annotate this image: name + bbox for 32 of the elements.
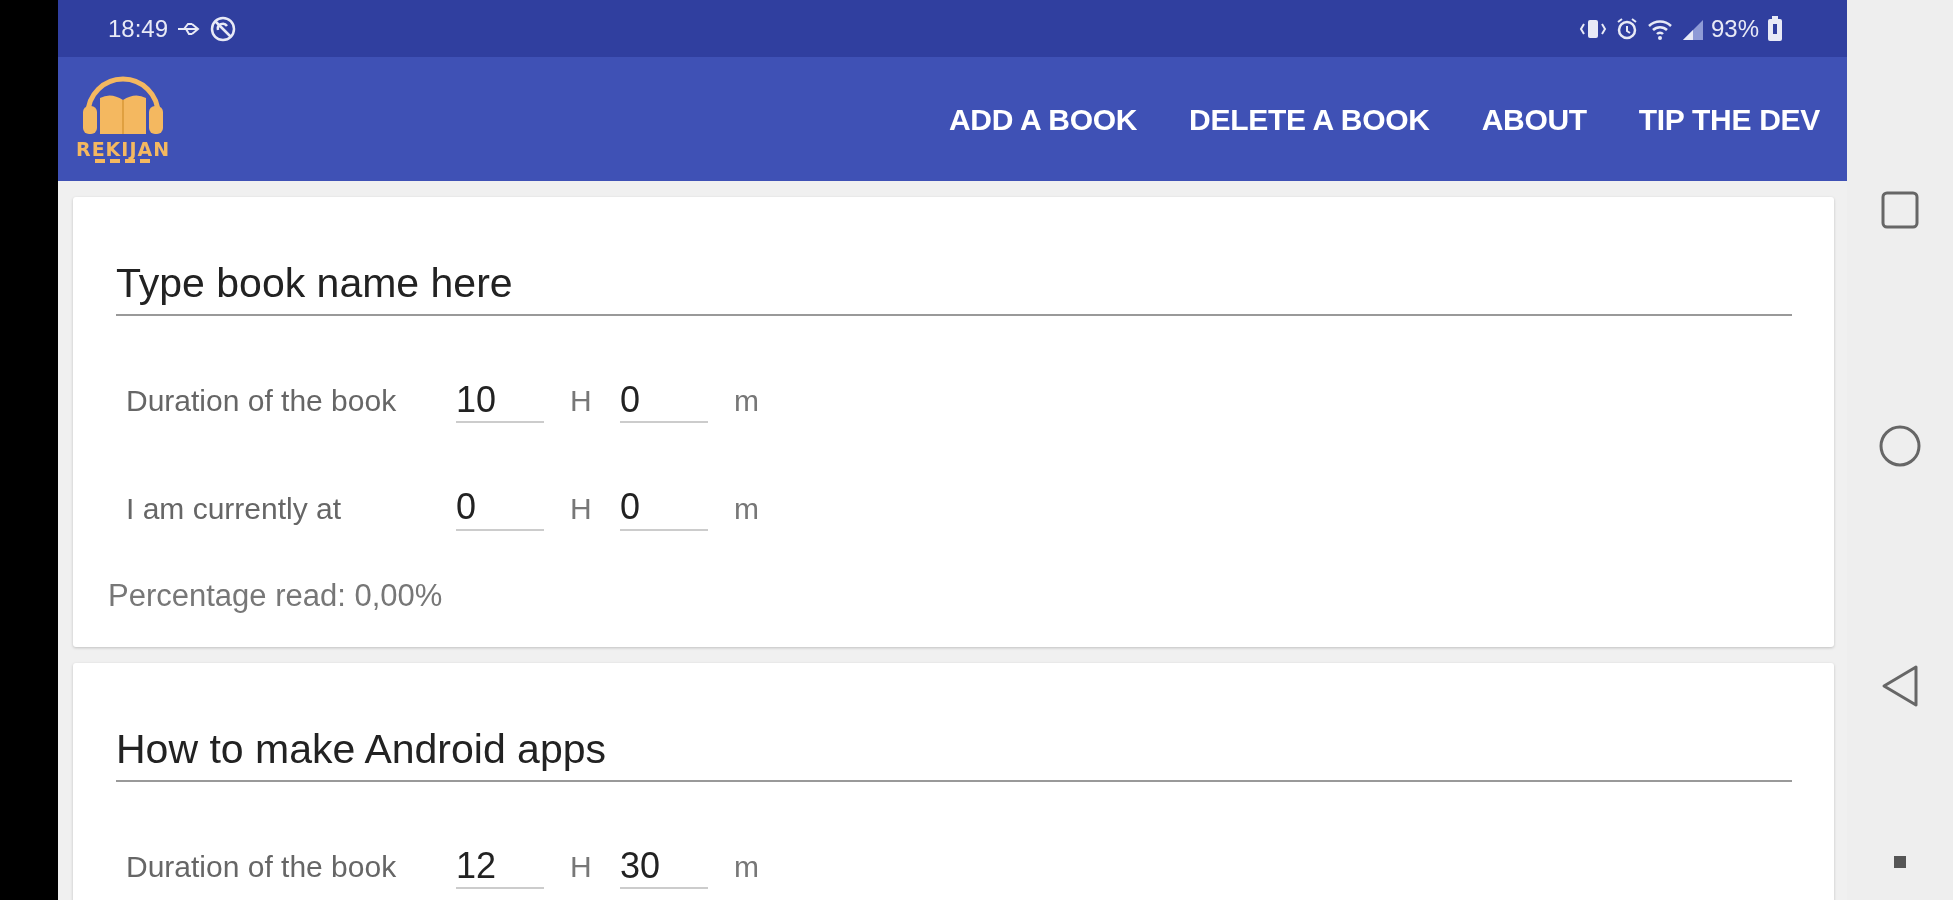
- unit-label: m: [733, 849, 760, 886]
- menu-item[interactable]: DELETE A BOOK: [1189, 96, 1430, 142]
- unit-label: H: [569, 490, 593, 527]
- unit-label: m: [733, 490, 760, 527]
- percentage-text: Percentage read: 0,00%: [108, 576, 444, 615]
- menu-item[interactable]: TIP THE DEV: [1638, 96, 1820, 142]
- back-button[interactable]: [1880, 664, 1920, 708]
- row-label: Duration of the book: [125, 849, 398, 886]
- home-button[interactable]: [1878, 424, 1922, 468]
- unit-label: m: [733, 383, 760, 420]
- menu-item[interactable]: ADD A BOOK: [949, 96, 1138, 142]
- clock-time: 18:49: [108, 13, 169, 44]
- row-label: Duration of the book: [125, 383, 398, 420]
- wifi-icon: [1646, 17, 1673, 40]
- battery-icon: [1767, 15, 1783, 42]
- menu-item[interactable]: ABOUT: [1481, 96, 1587, 142]
- hours-field[interactable]: 12: [456, 844, 544, 890]
- dots-icon: [95, 159, 152, 164]
- minutes-field[interactable]: 0: [620, 378, 708, 424]
- unit-label: H: [569, 849, 593, 886]
- recent-apps-button[interactable]: [1880, 190, 1920, 230]
- book-name-field[interactable]: How to make Android apps: [116, 725, 1792, 783]
- unit-label: H: [569, 383, 593, 420]
- row-label: I am currently at: [125, 490, 343, 527]
- minutes-field[interactable]: 0: [620, 485, 708, 531]
- book-name-field[interactable]: Type book name here: [116, 259, 1792, 317]
- minutes-field[interactable]: 30: [620, 844, 708, 890]
- hours-field[interactable]: 0: [456, 485, 544, 531]
- battery-percentage: 93%: [1710, 13, 1759, 44]
- logo-text: REKIJAN: [76, 140, 171, 159]
- hours-field[interactable]: 10: [456, 378, 544, 424]
- no-sync-icon: [210, 15, 237, 42]
